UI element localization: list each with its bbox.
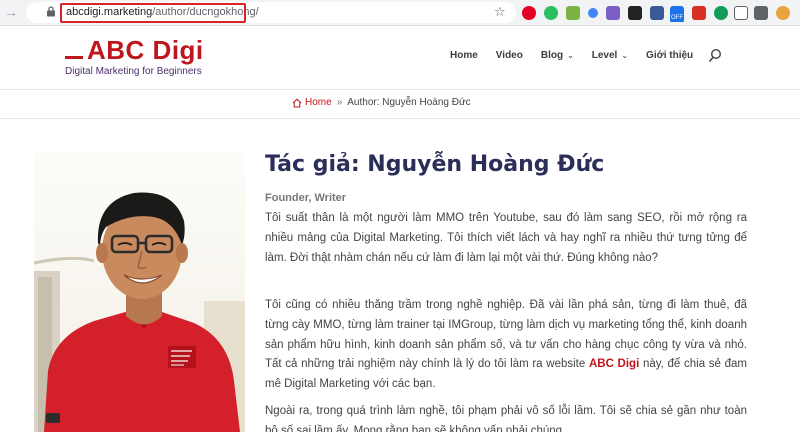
logo-underscore xyxy=(65,56,83,59)
chevron-down-icon: ⌄ xyxy=(567,51,574,60)
chat-extension-icon[interactable] xyxy=(714,6,728,20)
author-title: Tác giả: Nguyễn Hoàng Đức xyxy=(265,152,605,177)
bio-paragraph-1: Tôi suất thân là một người làm MMO trên … xyxy=(265,212,747,264)
main-menu: Home Video Blog ⌄ Level ⌄ Giới thiệu xyxy=(450,50,693,61)
breadcrumb: Home » Author: Nguyễn Hoàng Đức xyxy=(292,97,471,108)
nav-blog[interactable]: Blog ⌄ xyxy=(541,50,574,61)
breadcrumb-current: Author: Nguyễn Hoàng Đức xyxy=(347,97,471,108)
video-extension-icon[interactable] xyxy=(734,6,748,20)
site-tagline: Digital Marketing for Beginners xyxy=(65,66,202,77)
breadcrumb-separator: » xyxy=(336,97,343,108)
facebook-extension-icon[interactable] xyxy=(650,6,664,20)
lock-icon[interactable] xyxy=(46,6,56,17)
evernote-extension-icon[interactable] xyxy=(544,6,558,20)
home-icon xyxy=(292,98,302,107)
url-highlight-box xyxy=(60,3,246,23)
nav-home[interactable]: Home xyxy=(450,50,478,61)
puzzle-extensions-icon[interactable] xyxy=(754,6,768,20)
flag-extension-icon[interactable] xyxy=(692,6,706,20)
site-logo[interactable]: ABC Digi xyxy=(65,36,204,64)
search-icon[interactable] xyxy=(708,48,722,64)
nav-video[interactable]: Video xyxy=(496,50,523,61)
browser-toolbar: → abcdigi.marketing/author/ducngokhong/ … xyxy=(0,0,800,26)
color-extension-icon[interactable] xyxy=(606,6,620,20)
author-photo xyxy=(34,151,245,432)
profile-avatar[interactable] xyxy=(776,6,790,20)
forward-arrow-icon[interactable]: → xyxy=(3,4,19,20)
m-extension-icon[interactable] xyxy=(628,6,642,20)
brand-link[interactable]: ABC Digi xyxy=(589,358,639,370)
bio-paragraph-2: Tôi cũng có nhiều thăng trầm trong nghề … xyxy=(265,299,747,391)
link-extension-icon[interactable] xyxy=(588,8,598,18)
author-roles: Founder, Writer xyxy=(265,192,347,204)
nav-about[interactable]: Giới thiệu xyxy=(646,50,693,61)
bookmark-star-icon[interactable]: ☆ xyxy=(494,4,506,20)
pinterest-extension-icon[interactable] xyxy=(522,6,536,20)
author-portrait-illustration xyxy=(34,151,245,432)
bio-paragraph-3: Ngoài ra, trong quá trình làm nghề, tôi … xyxy=(265,405,747,432)
breadcrumb-home-link[interactable]: Home xyxy=(292,97,332,108)
nav-level[interactable]: Level ⌄ xyxy=(592,50,628,61)
gear-extension-icon[interactable] xyxy=(566,6,580,20)
offer-badge: OFF xyxy=(670,15,684,22)
chevron-down-icon: ⌄ xyxy=(621,51,629,60)
